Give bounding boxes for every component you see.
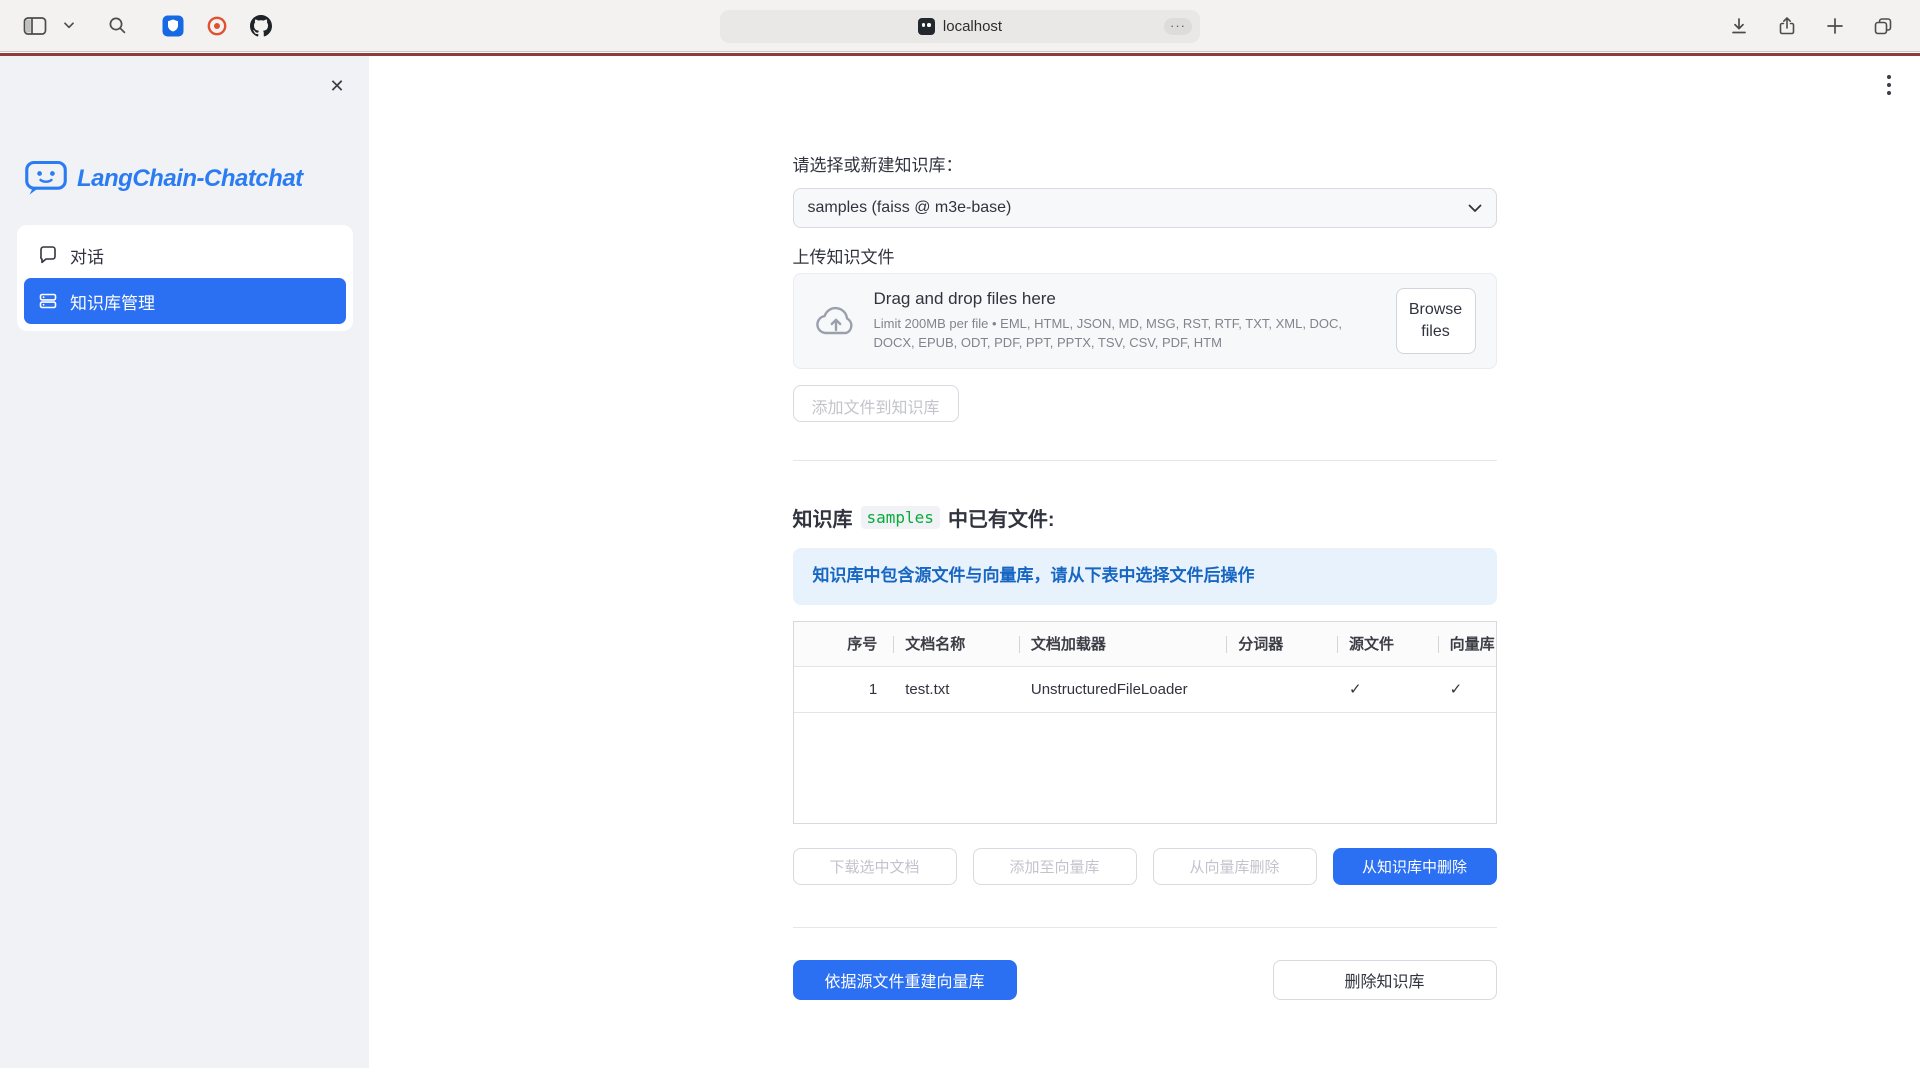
kb-bottom-actions: 依据源文件重建向量库 删除知识库 bbox=[793, 960, 1497, 1000]
sidebar-close-button[interactable]: ✕ bbox=[323, 72, 351, 100]
cell-filename: test.txt bbox=[893, 667, 1019, 712]
app-logo: LangChain-Chatchat bbox=[24, 159, 303, 199]
table-header-loader[interactable]: 文档加载器 bbox=[1019, 622, 1226, 666]
delete-kb-button[interactable]: 删除知识库 bbox=[1273, 960, 1497, 1000]
extension-button-1[interactable] bbox=[158, 9, 188, 43]
page-settings-icon[interactable]: ··· bbox=[1164, 18, 1192, 35]
tab-overview-button[interactable] bbox=[1868, 9, 1898, 43]
add-to-vectorstore-button[interactable]: 添加至向量库 bbox=[973, 848, 1137, 885]
app-viewport: ✕ LangChain-Chatchat 对 bbox=[0, 56, 1920, 1080]
kb-heading-suffix: 中已有文件: bbox=[948, 503, 1055, 532]
sidebar-menu-chevron[interactable] bbox=[54, 9, 84, 43]
shield-extension-icon bbox=[162, 15, 184, 37]
chatchat-logo-icon bbox=[24, 159, 68, 199]
file-uploader-dropzone[interactable]: Drag and drop files here Limit 200MB per… bbox=[793, 273, 1497, 369]
browse-files-button[interactable]: Browse files bbox=[1396, 288, 1476, 353]
divider bbox=[793, 927, 1497, 928]
cell-vectorstore-check: ✓ bbox=[1438, 667, 1496, 712]
github-icon bbox=[250, 15, 272, 37]
sidebar-toggle-icon bbox=[23, 16, 47, 36]
address-bar[interactable]: localhost ··· bbox=[720, 10, 1200, 43]
kb-selected-value: samples (faiss @ m3e-base) bbox=[808, 199, 1468, 217]
app-logo-text: LangChain-Chatchat bbox=[77, 165, 303, 193]
sidebar-item-dialogue[interactable]: 对话 bbox=[24, 232, 346, 278]
delete-from-vectorstore-button[interactable]: 从向量库删除 bbox=[1153, 848, 1317, 885]
table-header-filename[interactable]: 文档名称 bbox=[893, 622, 1019, 666]
download-selected-button[interactable]: 下载选中文档 bbox=[793, 848, 957, 885]
kb-name-code: samples bbox=[861, 506, 940, 529]
table-row[interactable]: 1 test.txt UnstructuredFileLoader ✓ ✓ bbox=[794, 667, 1496, 713]
table-header-vectorstore[interactable]: 向量库 bbox=[1438, 622, 1496, 666]
search-icon bbox=[108, 16, 127, 35]
kb-files-table: 序号 文档名称 文档加载器 分词器 源文件 向量库 1 test.txt Uns… bbox=[793, 621, 1497, 824]
cell-splitter bbox=[1226, 667, 1337, 712]
target-extension-icon bbox=[206, 15, 228, 37]
kb-files-heading: 知识库 samples 中已有文件: bbox=[793, 503, 1497, 532]
uploader-limit-text: Limit 200MB per file • EML, HTML, JSON, … bbox=[874, 315, 1362, 353]
main-area: 请选择或新建知识库： samples (faiss @ m3e-base) 上传… bbox=[369, 56, 1920, 1068]
kb-selectbox[interactable]: samples (faiss @ m3e-base) bbox=[793, 188, 1497, 228]
table-header-index[interactable]: 序号 bbox=[794, 622, 894, 666]
table-header-row: 序号 文档名称 文档加载器 分词器 源文件 向量库 bbox=[794, 622, 1496, 667]
search-button[interactable] bbox=[102, 9, 132, 43]
chat-bubble-icon bbox=[38, 245, 58, 265]
kb-heading-prefix: 知识库 bbox=[793, 503, 853, 532]
table-header-splitter[interactable]: 分词器 bbox=[1226, 622, 1337, 666]
table-header-sourcefile[interactable]: 源文件 bbox=[1337, 622, 1438, 666]
uploader-title: Drag and drop files here bbox=[874, 289, 1362, 309]
rebuild-vectorstore-button[interactable]: 依据源文件重建向量库 bbox=[793, 960, 1017, 1000]
tabs-icon bbox=[1873, 16, 1893, 36]
download-icon bbox=[1729, 16, 1749, 36]
upload-label: 上传知识文件 bbox=[793, 243, 1497, 268]
chevron-down-icon bbox=[1468, 204, 1482, 213]
github-extension-button[interactable] bbox=[246, 9, 276, 43]
divider bbox=[793, 460, 1497, 461]
knowledge-base-icon bbox=[38, 291, 58, 311]
table-action-buttons: 下载选中文档 添加至向量库 从向量库删除 从知识库中删除 bbox=[793, 848, 1497, 885]
browser-toolbar: localhost ··· bbox=[0, 0, 1920, 52]
plus-icon bbox=[1826, 17, 1844, 35]
add-files-to-kb-button[interactable]: 添加文件到知识库 bbox=[793, 385, 959, 422]
sidebar-toggle-button[interactable] bbox=[20, 9, 50, 43]
cloud-upload-icon bbox=[814, 304, 858, 338]
sidebar-item-label: 知识库管理 bbox=[70, 289, 155, 314]
sidebar-item-kb-management[interactable]: 知识库管理 bbox=[24, 278, 346, 324]
sidebar-nav: 对话 知识库管理 bbox=[17, 225, 353, 331]
sidebar: ✕ LangChain-Chatchat 对 bbox=[0, 56, 369, 1068]
table-empty-area bbox=[794, 713, 1496, 823]
cell-index: 1 bbox=[794, 667, 894, 712]
cell-sourcefile-check: ✓ bbox=[1337, 667, 1438, 712]
info-banner: 知识库中包含源文件与向量库，请从下表中选择文件后操作 bbox=[793, 548, 1497, 605]
share-icon bbox=[1777, 16, 1797, 36]
kb-select-label: 请选择或新建知识库： bbox=[793, 151, 1497, 176]
new-tab-button[interactable] bbox=[1820, 9, 1850, 43]
share-button[interactable] bbox=[1772, 9, 1802, 43]
delete-from-kb-button[interactable]: 从知识库中删除 bbox=[1333, 848, 1497, 885]
cell-loader: UnstructuredFileLoader bbox=[1019, 667, 1226, 712]
downloads-button[interactable] bbox=[1724, 9, 1754, 43]
page-content: 请选择或新建知识库： samples (faiss @ m3e-base) 上传… bbox=[793, 56, 1497, 1000]
streamlit-menu-button[interactable] bbox=[1874, 70, 1904, 100]
sidebar-item-label: 对话 bbox=[70, 243, 104, 268]
site-favicon bbox=[918, 18, 935, 35]
address-url: localhost bbox=[943, 18, 1002, 35]
chevron-down-icon bbox=[64, 22, 74, 29]
extension-button-2[interactable] bbox=[202, 9, 232, 43]
